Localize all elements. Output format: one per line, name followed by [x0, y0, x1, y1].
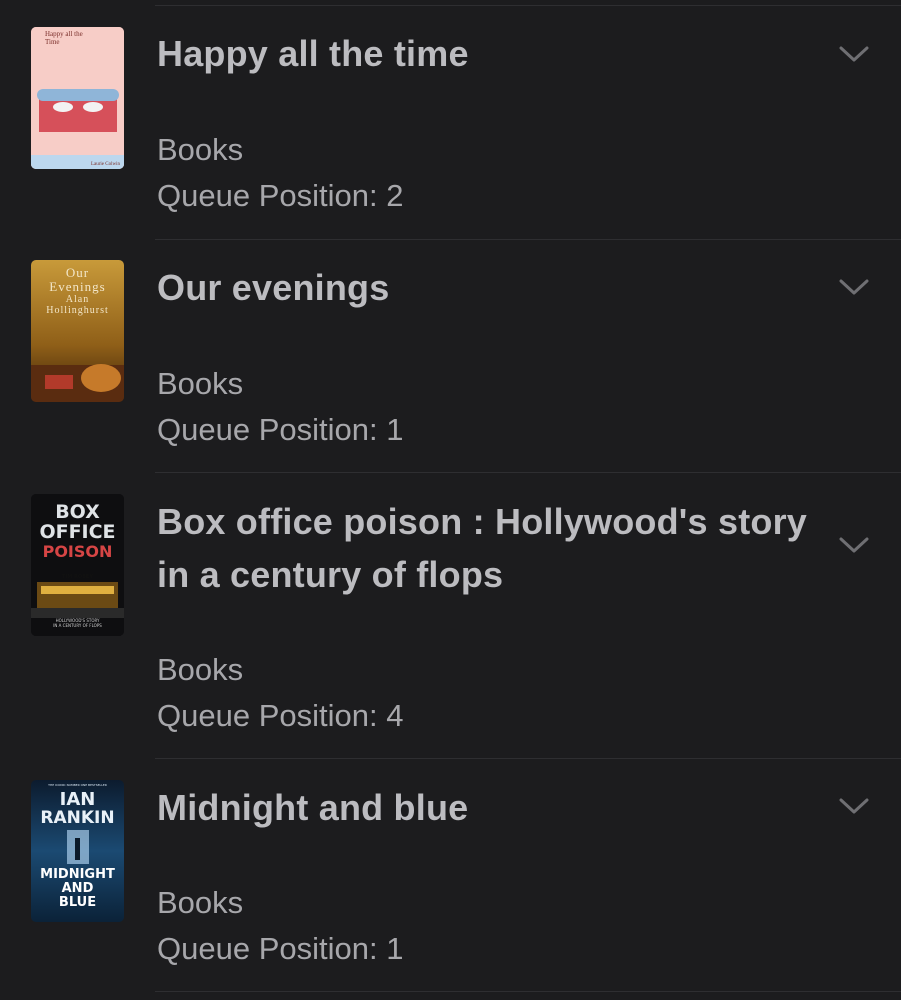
cover-tagline: THE ICONIC NUMBER ONE BESTSELLER [48, 783, 107, 787]
hold-item[interactable]: Our Evenings Alan Hollinghurst Our eveni… [0, 240, 901, 473]
cover-title-line: POISON [42, 542, 113, 561]
chevron-down-icon[interactable] [838, 796, 870, 816]
queue-position: Queue Position: 2 [157, 178, 404, 213]
hold-title[interactable]: Box office poison : Hollywood's story in… [157, 495, 817, 601]
cover-author: TIM ROBEY [62, 574, 93, 580]
cover-author-line: Hollinghurst [46, 305, 109, 316]
hold-title[interactable]: Midnight and blue [157, 781, 817, 834]
chevron-down-icon[interactable] [838, 535, 870, 555]
book-cover[interactable]: Happy all the Time Laurie Colwin [31, 27, 124, 169]
chevron-down-icon[interactable] [838, 44, 870, 64]
queue-position: Queue Position: 4 [157, 698, 404, 733]
book-cover[interactable]: Our Evenings Alan Hollinghurst [31, 260, 124, 402]
cover-title-line: Evenings [49, 279, 106, 294]
hold-item[interactable]: BOX OFFICE POISON TIM ROBEY HOLLYWOOD'S … [0, 473, 901, 759]
divider [155, 991, 901, 992]
cover-title-line: OFFICE [39, 521, 116, 543]
cover-title-line: AND [61, 881, 94, 896]
hold-category: Books [157, 885, 244, 920]
queue-position: Queue Position: 1 [157, 412, 404, 447]
cover-author: Laurie Colwin [90, 162, 120, 167]
book-cover[interactable]: BOX OFFICE POISON TIM ROBEY HOLLYWOOD'S … [31, 494, 124, 636]
hold-item[interactable]: Happy all the Time Laurie Colwin Happy a… [0, 0, 901, 240]
hold-item[interactable]: THE ICONIC NUMBER ONE BESTSELLER IAN RAN… [0, 759, 901, 1000]
cover-subtitle: IN A CENTURY OF FLOPS [53, 623, 102, 628]
cover-title-line: BLUE [58, 895, 97, 910]
hold-category: Books [157, 366, 244, 401]
cover-title-line: MIDNIGHT [40, 867, 115, 882]
queue-position: Queue Position: 1 [157, 931, 404, 966]
cover-author-line: IAN [59, 789, 96, 810]
holds-list: Happy all the Time Laurie Colwin Happy a… [0, 0, 901, 1000]
hold-category: Books [157, 652, 244, 687]
cover-author-line: RANKIN [40, 808, 115, 828]
cover-title-line: BOX [55, 501, 100, 523]
cover-author-line: Alan [65, 294, 90, 305]
chevron-down-icon[interactable] [838, 277, 870, 297]
cover-title: Happy all the Time [45, 30, 83, 46]
cover-art [31, 27, 124, 169]
hold-category: Books [157, 132, 244, 167]
hold-title[interactable]: Our evenings [157, 261, 817, 314]
book-cover[interactable]: THE ICONIC NUMBER ONE BESTSELLER IAN RAN… [31, 780, 124, 922]
cover-title-line: Our [65, 265, 90, 280]
hold-title[interactable]: Happy all the time [157, 27, 817, 80]
